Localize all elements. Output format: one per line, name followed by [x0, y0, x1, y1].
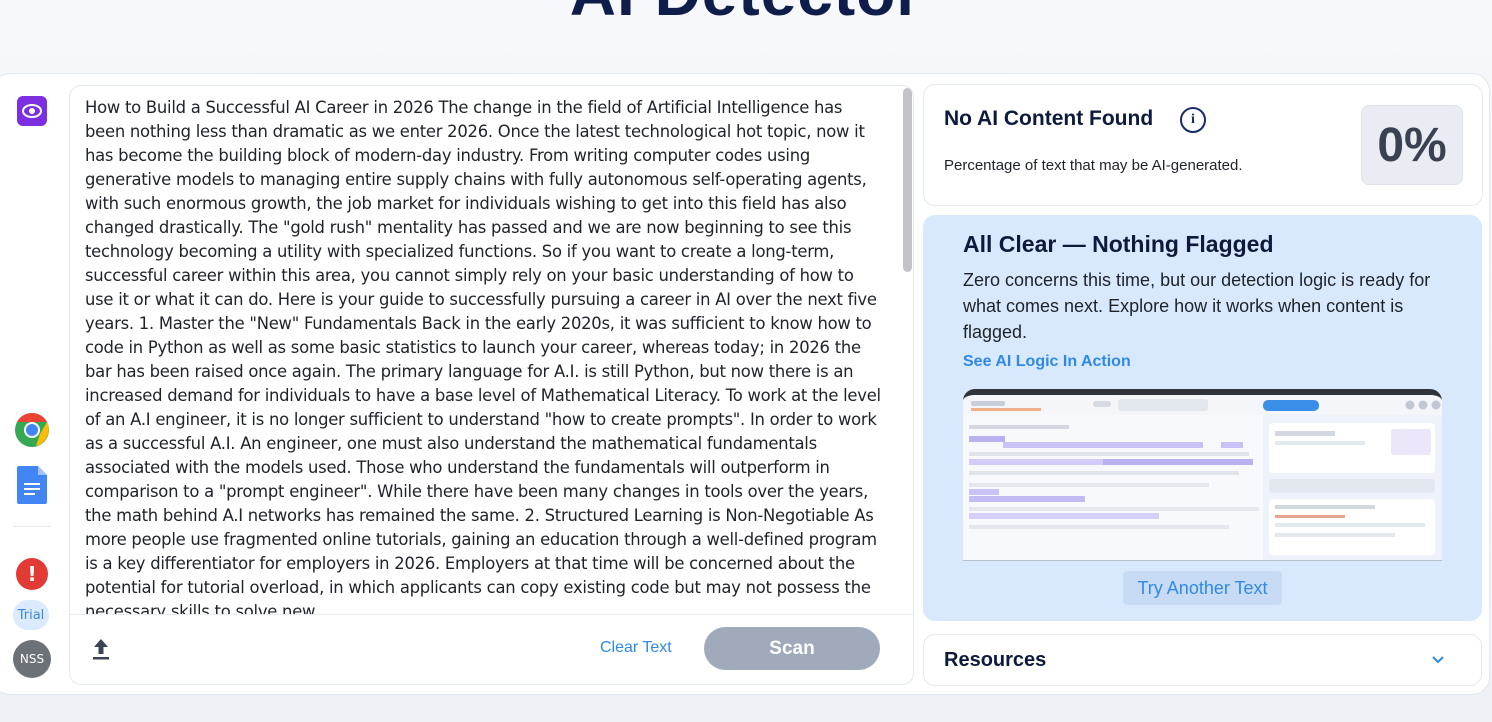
editor-footer: Clear Text Scan: [70, 614, 913, 684]
avatar[interactable]: NSS: [13, 640, 51, 678]
all-clear-card: All Clear — Nothing Flagged Zero concern…: [923, 215, 1482, 621]
ai-percentage: 0%: [1361, 105, 1463, 185]
resources-card[interactable]: Resources: [923, 634, 1482, 686]
scan-button[interactable]: Scan: [704, 627, 880, 670]
text-editor[interactable]: How to Build a Successful AI Career in 2…: [69, 85, 914, 685]
left-rail: ! Trial NSS: [0, 74, 53, 694]
clear-text-button[interactable]: Clear Text: [600, 639, 672, 657]
alert-icon[interactable]: !: [16, 558, 48, 590]
chrome-icon[interactable]: [14, 412, 50, 448]
rail-divider: [13, 526, 51, 527]
page-title: AI Detector: [0, 0, 1492, 30]
editor-scrollbar[interactable]: [902, 86, 913, 616]
google-docs-icon[interactable]: [17, 466, 47, 504]
trial-badge[interactable]: Trial: [13, 600, 49, 630]
scroll-thumb[interactable]: [903, 88, 912, 272]
eye-icon[interactable]: [17, 96, 47, 126]
detector-shell: ! Trial NSS How to Build a Successful AI…: [0, 73, 1490, 695]
result-card: No AI Content Found i Percentage of text…: [923, 84, 1483, 206]
result-title: No AI Content Found: [944, 107, 1154, 130]
editor-text[interactable]: How to Build a Successful AI Career in 2…: [85, 96, 885, 616]
chevron-down-icon[interactable]: [1430, 651, 1446, 667]
preview-image: [963, 389, 1442, 561]
info-icon[interactable]: i: [1180, 107, 1206, 133]
try-another-text-button[interactable]: Try Another Text: [1123, 571, 1282, 605]
see-ai-logic-link[interactable]: See AI Logic In Action: [963, 353, 1131, 371]
resources-title: Resources: [944, 649, 1047, 671]
upload-icon[interactable]: [90, 637, 112, 661]
all-clear-description: Zero concerns this time, but our detecti…: [963, 270, 1431, 342]
all-clear-title: All Clear — Nothing Flagged: [963, 231, 1274, 257]
result-subtitle: Percentage of text that may be AI-genera…: [944, 157, 1243, 174]
